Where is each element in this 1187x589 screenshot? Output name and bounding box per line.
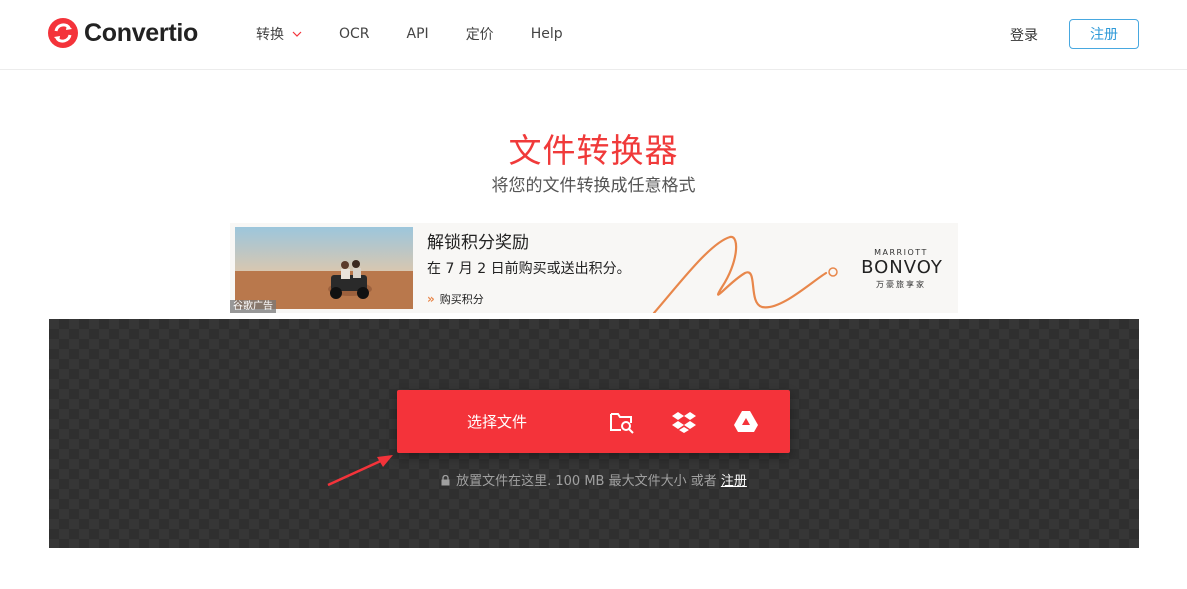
nav-ocr[interactable]: OCR [339, 26, 370, 42]
nav-convert[interactable]: 转换 [256, 24, 302, 44]
upload-note: 放置文件在这里. 100 MB 最大文件大小 或者 注册 [49, 470, 1139, 489]
nav-convert-label: 转换 [256, 27, 284, 43]
nav-ocr-label: OCR [339, 26, 370, 42]
choose-file-button[interactable]: 选择文件 [397, 390, 597, 453]
ad-cta-link[interactable]: » 购买积分 [427, 291, 484, 307]
ad-cta-label: 购买积分 [439, 293, 484, 306]
ad-headline: 解锁积分奖励 [427, 233, 529, 253]
folder-search-icon[interactable] [609, 409, 635, 435]
main-nav: 转换 OCR API 定价 Help [256, 24, 600, 44]
ad-brand-top: MARRIOTT [874, 248, 928, 257]
ad-label: 谷歌广告 [230, 300, 276, 313]
dropbox-icon[interactable] [671, 409, 697, 435]
signup-link[interactable]: 注册 [721, 474, 747, 489]
nav-pricing[interactable]: 定价 [466, 24, 494, 44]
ad-brand-sub: 万豪旅享家 [876, 280, 926, 289]
upload-note-text: 放置文件在这里. 100 MB 最大文件大小 或者 [456, 474, 721, 489]
page-subtitle: 将您的文件转换成任意格式 [491, 176, 696, 196]
nav-help-label: Help [530, 26, 563, 42]
brand-name: Convertio [84, 18, 198, 47]
choose-file-bar: 选择文件 [397, 390, 790, 453]
page-title: 文件转换器 [508, 131, 679, 170]
signup-button[interactable]: 注册 [1069, 19, 1139, 49]
ad-brand-main: BONVOY [861, 257, 943, 278]
nav-help[interactable]: Help [531, 26, 563, 42]
chevron-down-icon [292, 31, 302, 37]
convertio-logo-icon [48, 18, 78, 48]
ad-swirl-graphic [652, 235, 838, 313]
google-drive-icon[interactable] [733, 409, 759, 435]
logo[interactable]: Convertio [48, 18, 198, 48]
double-chevron-right-icon: » [427, 292, 435, 306]
lock-icon [441, 475, 450, 486]
ad-desert-photo [235, 227, 413, 309]
nav-api-label: API [406, 26, 429, 42]
file-dropzone[interactable]: 选择文件 放置文件在这里. 100 MB 最大文件大小 或者 注册 [49, 319, 1139, 548]
login-link[interactable]: 登录 [1010, 25, 1038, 45]
nav-pricing-label: 定价 [465, 27, 494, 43]
nav-api[interactable]: API [407, 26, 429, 42]
ad-body: 在 7 月 2 日前购买或送出积分。 [427, 261, 631, 277]
top-header: Convertio 转换 OCR API 定价 Help 登录 注册 [0, 0, 1187, 70]
ad-banner[interactable]: 谷歌广告 解锁积分奖励 在 7 月 2 日前购买或送出积分。 » 购买积分 MA… [230, 223, 958, 313]
